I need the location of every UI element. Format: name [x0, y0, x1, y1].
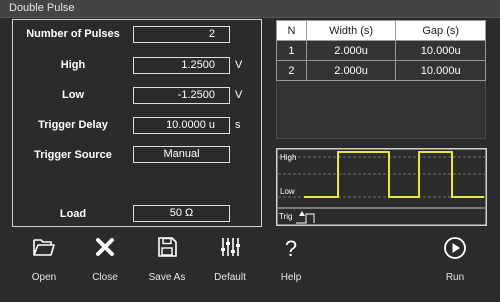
column-header-n: N — [276, 20, 307, 41]
trigger-delay-unit: s — [235, 119, 241, 131]
pulses-field[interactable]: 2 — [133, 26, 230, 43]
question-mark-icon: ? — [284, 236, 298, 261]
run-label: Run — [445, 272, 465, 283]
save-as-button[interactable]: Save As — [137, 232, 197, 292]
low-unit: V — [235, 89, 243, 101]
column-header-width: Width (s) — [305, 20, 397, 41]
close-x-icon — [75, 236, 135, 264]
table-cell[interactable]: 10.000u — [395, 40, 486, 61]
load-field[interactable]: 50 Ω — [133, 205, 230, 222]
table-cell[interactable]: 2.000u — [305, 60, 397, 81]
default-label: Default — [214, 272, 246, 283]
low-field[interactable]: -1.2500 — [133, 87, 230, 104]
window-title: Double Pulse — [9, 2, 75, 14]
table-cell: 2 — [276, 60, 307, 81]
trigger-delay-label: Trigger Delay — [38, 119, 108, 131]
floppy-disk-icon — [137, 236, 197, 264]
help-label: Help — [280, 272, 302, 283]
run-button[interactable]: Run — [425, 232, 485, 292]
high-unit: V — [235, 59, 243, 71]
trigger-source-label: Trigger Source — [34, 149, 112, 161]
load-label: Load — [59, 208, 87, 220]
high-label: High — [60, 59, 86, 71]
close-button[interactable]: Close — [75, 232, 135, 292]
column-header-gap: Gap (s) — [395, 20, 486, 41]
table-cell: 1 — [276, 40, 307, 61]
table-row[interactable]: 2 2.000u 10.000u — [276, 60, 486, 81]
low-label: Low — [62, 89, 84, 101]
sliders-icon — [200, 236, 260, 264]
help-button[interactable]: ? Help — [261, 232, 321, 292]
default-button[interactable]: Default — [200, 232, 260, 292]
waveform-low-label: Low — [280, 187, 295, 196]
table-header-row: N Width (s) Gap (s) — [276, 20, 486, 41]
trigger-source-field[interactable]: Manual — [133, 146, 230, 163]
folder-open-icon — [14, 236, 74, 264]
waveform-preview: High Low Trig — [276, 148, 487, 226]
high-field[interactable]: 1.2500 — [133, 57, 230, 74]
pulses-label: Number of Pulses — [26, 28, 120, 40]
trig-label: Trig — [279, 212, 292, 221]
trigger-delay-field[interactable]: 10.0000 u — [133, 117, 230, 134]
parameter-panel: Number of Pulses 2 High 1.2500 V Low -1.… — [12, 19, 262, 227]
table-cell[interactable]: 2.000u — [305, 40, 397, 61]
close-label: Close — [92, 272, 118, 283]
open-button[interactable]: Open — [14, 232, 74, 292]
table-row[interactable]: 1 2.000u 10.000u — [276, 40, 486, 61]
save-as-label: Save As — [148, 272, 186, 283]
table-cell[interactable]: 10.000u — [395, 60, 486, 81]
open-label: Open — [31, 272, 57, 283]
waveform-high-label: High — [280, 153, 296, 162]
pulse-table: N Width (s) Gap (s) 1 2.000u 10.000u 2 2… — [276, 20, 486, 81]
play-circle-icon — [425, 236, 485, 264]
title-bar: Double Pulse — [0, 0, 500, 18]
